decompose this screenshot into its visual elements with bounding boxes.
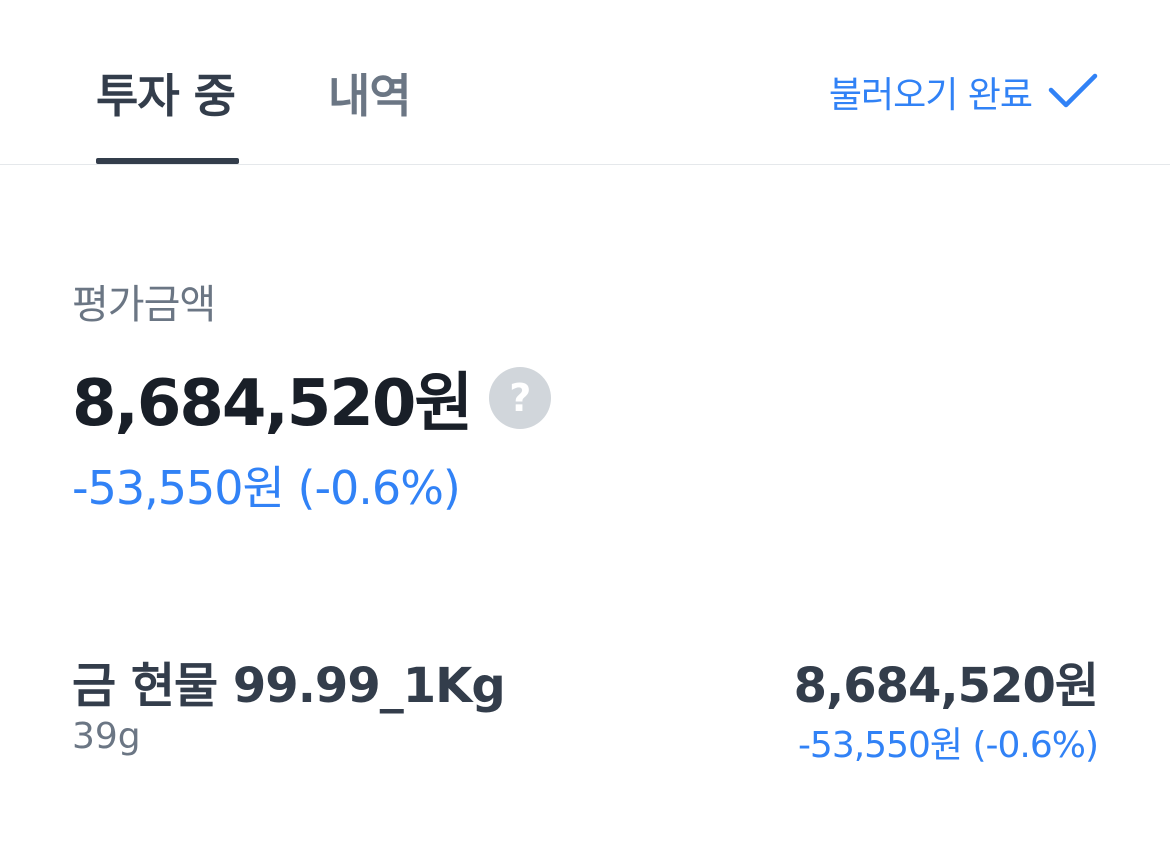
holding-row[interactable]: 금 현물 99.99_1Kg 39g 8,684,520원 -53,550원 (… — [72, 640, 1099, 770]
help-icon[interactable]: ? — [489, 367, 552, 429]
sync-status-button[interactable]: 불러오기 완료 — [829, 66, 1098, 118]
checkmark-icon — [1048, 73, 1098, 108]
holding-quantity: 39g — [72, 716, 141, 757]
valuation-label: 평가금액 — [72, 282, 216, 328]
active-tab-indicator — [96, 158, 239, 164]
holding-value: 8,684,520원 — [793, 658, 1099, 714]
tab-history[interactable]: 내역 — [328, 60, 412, 126]
total-valuation-amount: 8,684,520원 — [72, 367, 473, 441]
total-valuation-change: -53,550원 (-0.6%) — [72, 461, 461, 515]
tab-bar: 투자 중 내역 불러오기 완료 — [0, 0, 1170, 165]
total-valuation-row: 8,684,520원 ? — [72, 352, 552, 444]
holding-change: -53,550원 (-0.6%) — [797, 725, 1099, 766]
tab-investing[interactable]: 투자 중 — [96, 60, 236, 126]
sync-status-label: 불러오기 완료 — [828, 75, 1033, 116]
holding-name: 금 현물 99.99_1Kg — [72, 658, 506, 714]
